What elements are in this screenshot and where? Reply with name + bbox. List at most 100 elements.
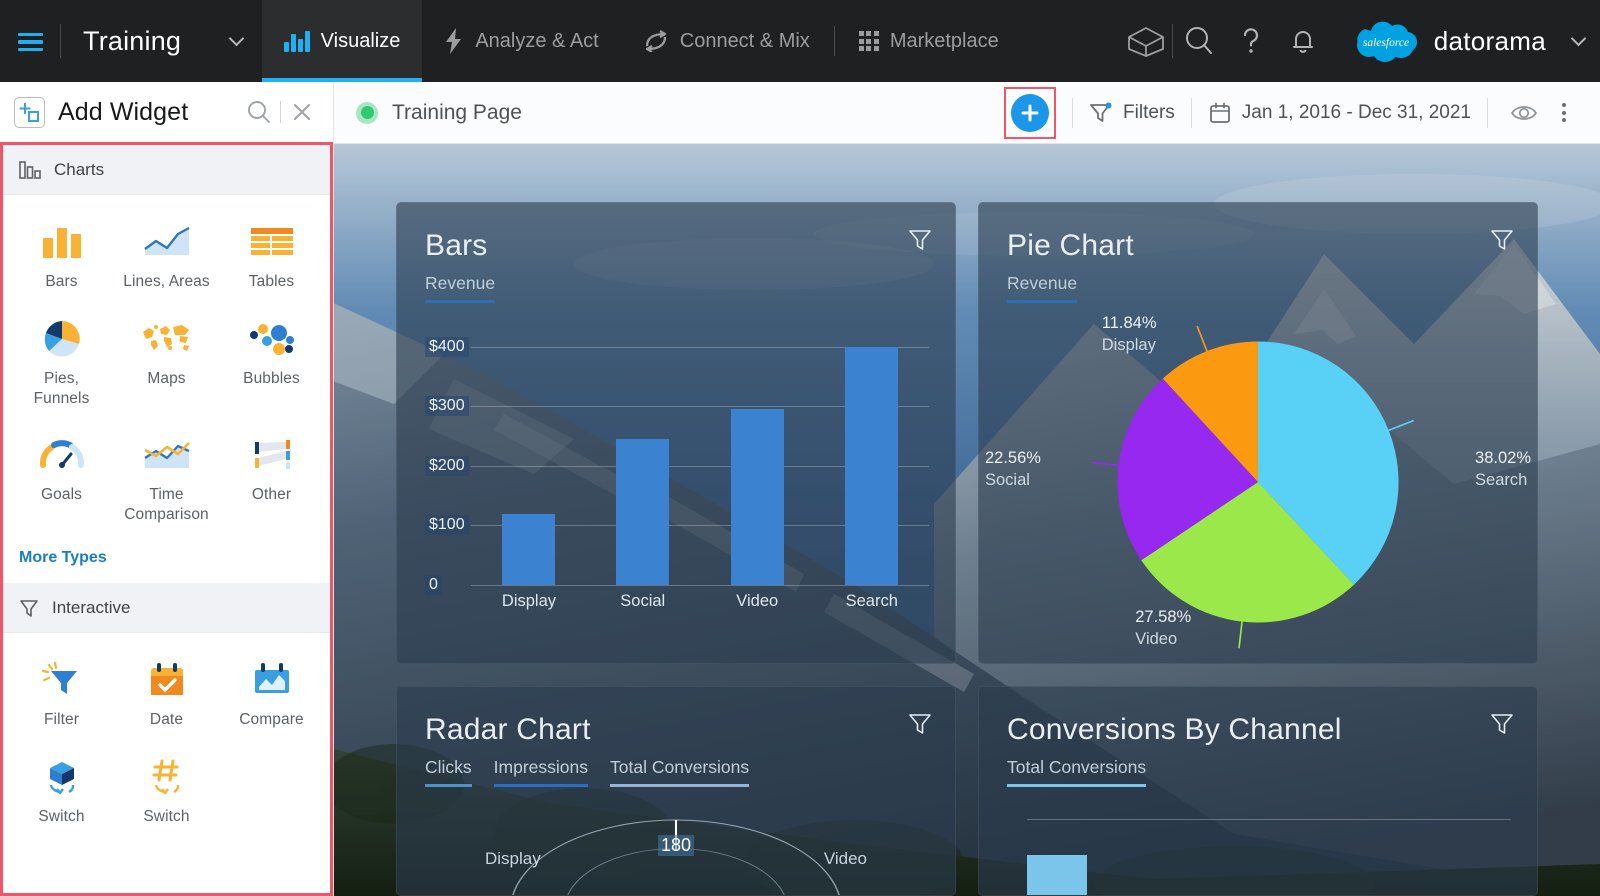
widget-type-bubbles-label: Bubbles xyxy=(243,369,300,387)
lightning-bolt-icon xyxy=(446,28,462,54)
account-switcher[interactable]: Training xyxy=(61,0,256,82)
widget-type-other[interactable]: Other xyxy=(219,422,324,535)
widget-pie-chart[interactable]: Pie Chart Revenue 38.02% Search 27.58% Vide… xyxy=(978,202,1538,664)
widget-type-switch-cube[interactable]: Switch xyxy=(9,744,114,837)
preview-eye-icon[interactable] xyxy=(1504,93,1544,133)
bar-column[interactable] xyxy=(501,329,555,585)
metric-total-conversions[interactable]: Total Conversions xyxy=(1007,757,1147,787)
widget-type-bubbles[interactable]: Bubbles xyxy=(219,306,324,419)
radar-value-label: 180 xyxy=(657,835,695,856)
widget-type-goals[interactable]: Goals xyxy=(9,422,114,535)
widget-radar-funnel-icon[interactable] xyxy=(907,711,933,742)
tab-connect-mix[interactable]: Connect & Mix xyxy=(621,0,832,82)
widget-radar-chart[interactable]: Radar Chart Clicks Impressions Total Con… xyxy=(396,686,956,896)
bar[interactable] xyxy=(845,346,899,585)
widget-type-date[interactable]: Date xyxy=(114,647,219,740)
pie-leader-line xyxy=(1386,419,1414,432)
filters-button[interactable]: Filters xyxy=(1089,101,1175,125)
switch-hash-icon xyxy=(146,756,188,798)
top-navigation-bar: Training Visualize Analyze & Act Connect… xyxy=(0,0,1600,82)
calendar-icon xyxy=(1209,102,1230,123)
widget-type-pies-funnels[interactable]: Pies, Funnels xyxy=(9,306,114,419)
widget-type-bars-label: Bars xyxy=(45,273,78,290)
bubbles-icon xyxy=(249,318,295,360)
bar[interactable] xyxy=(730,409,784,585)
datorama-dashboard-screen: Training Visualize Analyze & Act Connect… xyxy=(0,0,1600,896)
metric-total-conversions[interactable]: Total Conversions xyxy=(610,757,750,787)
divider xyxy=(1072,97,1074,128)
widget-radar-metrics: Clicks Impressions Total Conversions xyxy=(425,757,927,787)
switch-cube-icon xyxy=(41,756,83,798)
widget-conversions-by-channel[interactable]: Conversions By Channel Total Conversions xyxy=(978,686,1538,896)
widget-bars[interactable]: Bars Revenue 0 $100 $200 $300 $400 Display S xyxy=(396,202,956,664)
nav-tabs: Visualize Analyze & Act Connect & Mix Ma… xyxy=(262,0,1021,82)
bar[interactable] xyxy=(501,513,555,585)
widget-type-pies-funnels-label: Pies, Funnels xyxy=(33,369,90,407)
tab-marketplace[interactable]: Marketplace xyxy=(837,0,1021,82)
question-mark-icon[interactable] xyxy=(1225,0,1277,82)
metric-impressions[interactable]: Impressions xyxy=(493,757,589,787)
hamburger-menu-icon[interactable] xyxy=(0,0,60,82)
cube-box-icon[interactable] xyxy=(1120,0,1172,82)
radar-label-display: Display xyxy=(485,849,541,868)
tab-marketplace-label: Marketplace xyxy=(889,29,999,52)
metric-clicks[interactable]: Clicks xyxy=(425,757,472,787)
pie-category: Search xyxy=(1475,470,1528,489)
widget-type-filter[interactable]: Filter xyxy=(9,647,114,740)
pie-label-display: 11.84% Display xyxy=(1102,313,1157,357)
brand-logo[interactable]: salesforce datorama xyxy=(1329,15,1587,67)
search-icon[interactable] xyxy=(242,95,276,129)
datorama-wordmark: datorama xyxy=(1433,25,1546,56)
bar[interactable] xyxy=(616,439,670,585)
tab-visualize[interactable]: Visualize xyxy=(262,0,423,82)
widget-pie-funnel-icon[interactable] xyxy=(1489,227,1515,258)
more-types-link[interactable]: More Types xyxy=(3,535,330,583)
bar-column[interactable] xyxy=(845,329,899,585)
account-name: Training xyxy=(83,25,182,56)
widget-conversions-funnel-icon[interactable] xyxy=(1489,711,1515,742)
section-title-charts: Charts xyxy=(54,159,105,179)
charts-type-grid: Bars Lines, Areas Tables Pies, Funnels M… xyxy=(3,195,330,535)
pie-category: Video xyxy=(1135,630,1178,649)
interactive-type-grid: Filter Date Compare Switch Switch xyxy=(3,633,330,837)
filters-label: Filters xyxy=(1123,101,1175,123)
widget-type-lines-areas[interactable]: Lines, Areas xyxy=(114,209,219,302)
pie-leader-line xyxy=(1091,461,1121,467)
widget-type-compare[interactable]: Compare xyxy=(219,647,324,740)
gridline xyxy=(1027,819,1511,820)
widget-type-time-comparison[interactable]: Time Comparison xyxy=(114,422,219,535)
widget-pie-title: Pie Chart xyxy=(1007,229,1134,262)
bars-chart: 0 $100 $200 $300 $400 Display Social Video Sear… xyxy=(425,329,929,615)
tab-analyze-act[interactable]: Analyze & Act xyxy=(422,0,620,82)
widget-type-list: Charts Bars Lines, Areas Tables Pies, Fu… xyxy=(0,142,333,896)
date-range-button[interactable]: Jan 1, 2016 - Dec 31, 2021 xyxy=(1208,101,1471,125)
widget-type-compare-label: Compare xyxy=(239,711,304,729)
y-axis-label: $400 xyxy=(425,336,469,357)
kebab-menu-icon[interactable] xyxy=(1544,93,1584,133)
y-axis-label: $100 xyxy=(425,515,469,536)
pie-label-search: 38.02% Search xyxy=(1475,448,1531,492)
pie-percent: 38.02% xyxy=(1475,448,1531,467)
widget-bars-funnel-icon[interactable] xyxy=(907,227,933,258)
chevron-down-icon[interactable] xyxy=(1570,30,1587,46)
widget-type-tables[interactable]: Tables xyxy=(219,209,324,302)
widget-type-bars[interactable]: Bars xyxy=(9,209,114,302)
close-icon[interactable] xyxy=(285,95,319,129)
search-icon[interactable] xyxy=(1173,0,1225,82)
widget-radar-title: Radar Chart xyxy=(425,713,591,746)
bar-column[interactable] xyxy=(730,329,784,585)
widget-bars-title: Bars xyxy=(425,229,488,262)
widget-type-maps[interactable]: Maps xyxy=(114,306,219,419)
gridline xyxy=(471,585,929,586)
funnel-icon xyxy=(1090,102,1112,122)
radar-plot: Display Video 180 xyxy=(397,805,955,895)
tab-analyze-act-label: Analyze & Act xyxy=(475,29,599,52)
widget-type-switch-hash[interactable]: Switch xyxy=(114,744,219,837)
metric-revenue[interactable]: Revenue xyxy=(1007,273,1078,303)
notification-bell-icon[interactable] xyxy=(1277,0,1329,82)
add-widget-button[interactable] xyxy=(1011,93,1050,132)
metric-revenue[interactable]: Revenue xyxy=(425,273,496,303)
bar-column[interactable] xyxy=(616,329,670,585)
tab-visualize-label: Visualize xyxy=(320,29,401,52)
bar[interactable] xyxy=(1027,855,1087,895)
